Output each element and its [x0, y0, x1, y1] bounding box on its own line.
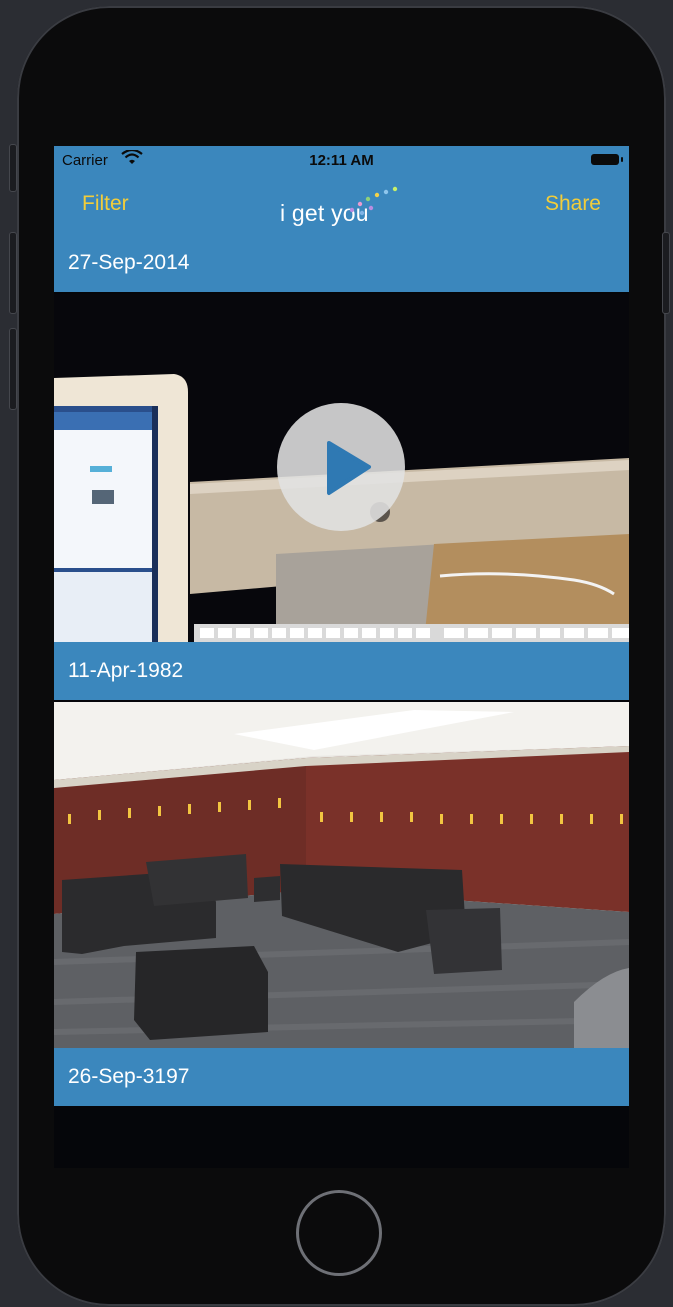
- power-button: [662, 232, 670, 314]
- photo-still-image: [54, 702, 629, 1048]
- date-header-2: 11-Apr-1982: [54, 642, 629, 700]
- share-button[interactable]: Share: [545, 192, 601, 216]
- photo-thumbnail[interactable]: [54, 702, 629, 1048]
- date-header-1: 27-Sep-2014: [54, 234, 629, 292]
- play-button[interactable]: [277, 403, 405, 531]
- volume-up-button: [9, 232, 17, 314]
- home-button[interactable]: [296, 1190, 382, 1276]
- logo-dots-icon: [349, 186, 398, 216]
- video-thumbnail[interactable]: [54, 294, 629, 642]
- nav-bar: Filter i get you Share: [54, 174, 629, 234]
- filter-button[interactable]: Filter: [82, 192, 129, 216]
- battery-icon: [591, 154, 623, 165]
- date-header-3: 26-Sep-3197: [54, 1048, 629, 1106]
- volume-down-button: [9, 328, 17, 410]
- mute-switch: [9, 144, 17, 192]
- status-bar: Carrier 12:11 AM: [54, 146, 629, 174]
- play-icon: [327, 441, 371, 495]
- app-screen: Carrier 12:11 AM Filter i get you Share …: [54, 146, 629, 1168]
- status-time: 12:11 AM: [309, 152, 374, 169]
